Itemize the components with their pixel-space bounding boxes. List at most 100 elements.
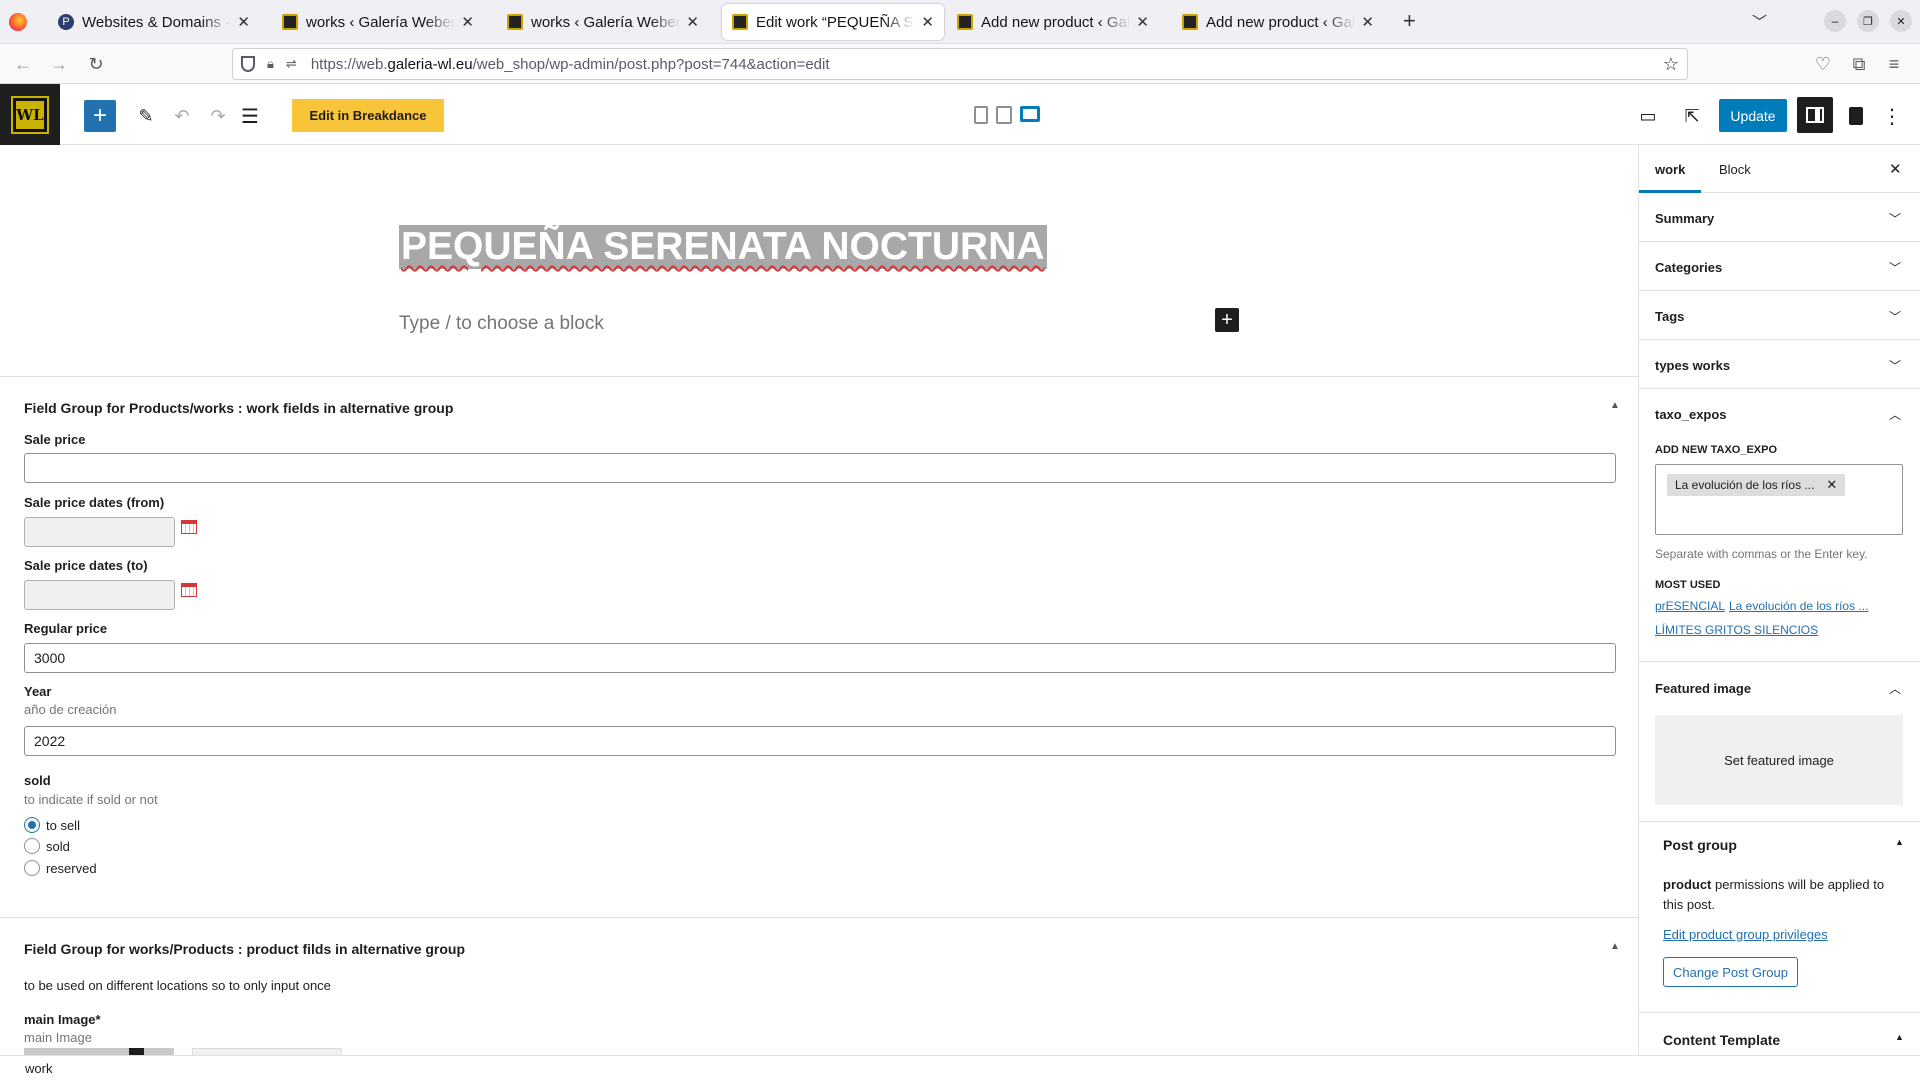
view-preview-icon[interactable]: ▭ xyxy=(1632,100,1664,132)
plugin-block-icon[interactable] xyxy=(1840,100,1872,132)
back-arrow-icon[interactable]: ← xyxy=(9,50,37,78)
chevron-down-icon[interactable]: ﹀ xyxy=(1889,308,1901,325)
panel-title[interactable]: Content Template xyxy=(1663,1032,1780,1048)
taxo-token-input[interactable]: La evolución de los ríos ... ✕ xyxy=(1655,464,1903,535)
block-breadcrumb[interactable]: work xyxy=(25,1061,52,1076)
collapse-triangle-icon[interactable]: ▲ xyxy=(1610,941,1620,952)
panel-title[interactable]: Post group xyxy=(1663,837,1737,853)
regular-price-input[interactable]: 3000 xyxy=(24,643,1616,673)
browser-tab-2[interactable]: works ‹ Galería Weber-Lutz ✕ xyxy=(272,4,484,40)
year-description: año de creación xyxy=(24,702,117,717)
chevron-down-icon[interactable]: ﹀ xyxy=(1889,210,1901,227)
sale-date-from-input[interactable] xyxy=(24,517,175,547)
calendar-icon[interactable] xyxy=(181,520,197,534)
tab-block[interactable]: Block xyxy=(1719,145,1751,193)
close-tab-icon[interactable]: ✕ xyxy=(237,13,250,31)
tab-list-chevron-icon[interactable]: ﹀ xyxy=(1752,11,1767,32)
pocket-icon[interactable]: ♡ xyxy=(1809,50,1837,78)
radio-reserved[interactable]: reserved xyxy=(24,860,97,876)
panel-tags[interactable]: Tags ﹀ xyxy=(1639,291,1920,340)
post-title[interactable]: PEQUEÑA SERENATA NOCTURNA xyxy=(399,225,1047,269)
new-tab-plus-icon[interactable]: + xyxy=(1403,8,1416,34)
browser-tab-bar: P Websites & Domains - Plesk ✕ works ‹ G… xyxy=(0,0,1920,44)
browser-tab-5[interactable]: Add new product ‹ Galería ✕ xyxy=(947,4,1159,40)
tablet-preview-icon[interactable] xyxy=(996,106,1012,124)
radio-circle[interactable] xyxy=(24,838,40,854)
most-used-term-presencial[interactable]: prESENCIAL xyxy=(1655,599,1725,613)
sold-label: sold xyxy=(24,773,51,788)
tracking-shield-icon[interactable] xyxy=(241,56,255,72)
sale-date-to-input[interactable] xyxy=(24,580,175,610)
close-tab-icon[interactable]: ✕ xyxy=(1136,13,1149,31)
panel-types-works[interactable]: types works ﹀ xyxy=(1639,340,1920,389)
chevron-down-icon[interactable]: ﹀ xyxy=(1889,357,1901,374)
reload-icon[interactable]: ↻ xyxy=(82,50,110,78)
main-image-thumbnail[interactable] xyxy=(24,1048,174,1055)
collapse-triangle-icon[interactable]: ▲ xyxy=(1895,1032,1904,1042)
image-upload-area[interactable] xyxy=(192,1048,342,1055)
tab-title: works ‹ Galería Weber-Lutz xyxy=(306,13,456,31)
sale-price-input[interactable] xyxy=(24,453,1616,483)
radio-circle[interactable] xyxy=(24,817,40,833)
site-logo[interactable]: WL xyxy=(0,84,60,145)
main-image-label: main Image* xyxy=(24,1012,101,1027)
add-block-button[interactable]: + xyxy=(84,100,116,132)
tools-pencil-icon[interactable]: ✎ xyxy=(130,100,162,132)
browser-logo-icon[interactable] xyxy=(9,13,27,31)
close-tab-icon[interactable]: ✕ xyxy=(686,13,699,31)
edit-in-breakdance-button[interactable]: Edit in Breakdance xyxy=(292,99,444,132)
panel-title[interactable]: Featured image xyxy=(1655,681,1751,696)
panel-summary[interactable]: Summary ﹀ xyxy=(1639,193,1920,242)
radio-sold[interactable]: sold xyxy=(24,838,70,854)
set-featured-image-button[interactable]: Set featured image xyxy=(1655,715,1903,805)
restore-window-icon[interactable]: ❐ xyxy=(1857,10,1879,32)
bookmark-star-icon[interactable]: ☆ xyxy=(1663,54,1679,75)
calendar-icon[interactable] xyxy=(181,583,197,597)
url-bar[interactable]: 🔒︎ ⇌ https://web.galeria-wl.eu/web_shop/… xyxy=(232,48,1688,80)
radio-circle[interactable] xyxy=(24,860,40,876)
panel-categories[interactable]: Categories ﹀ xyxy=(1639,242,1920,291)
lock-icon[interactable]: 🔒︎ xyxy=(267,56,274,72)
browser-tab-1[interactable]: P Websites & Domains - Plesk ✕ xyxy=(48,4,260,40)
chevron-up-icon[interactable]: ︿ xyxy=(1889,406,1901,423)
change-post-group-button[interactable]: Change Post Group xyxy=(1663,957,1798,987)
panel-title[interactable]: taxo_expos xyxy=(1655,407,1727,422)
inline-add-block-button[interactable]: + xyxy=(1215,308,1239,332)
collapse-triangle-icon[interactable]: ▲ xyxy=(1610,400,1620,411)
remove-token-icon[interactable]: ✕ xyxy=(1826,477,1837,493)
view-post-external-icon[interactable]: ⇱ xyxy=(1676,100,1708,132)
tab-work[interactable]: work xyxy=(1639,145,1702,193)
edit-group-privileges-link[interactable]: Edit product group privileges xyxy=(1663,927,1828,942)
year-input[interactable]: 2022 xyxy=(24,726,1616,756)
close-window-icon[interactable]: ✕ xyxy=(1890,10,1912,32)
minimize-window-icon[interactable]: – xyxy=(1824,10,1846,32)
close-sidebar-icon[interactable]: ✕ xyxy=(1889,145,1902,193)
close-tab-icon[interactable]: ✕ xyxy=(1361,13,1374,31)
menu-hamburger-icon[interactable]: ≡ xyxy=(1880,50,1908,78)
browser-tab-6[interactable]: Add new product ‹ Galería ✕ xyxy=(1172,4,1384,40)
radio-to-sell[interactable]: to sell xyxy=(24,817,80,833)
mobile-preview-icon[interactable] xyxy=(974,106,988,124)
permissions-icon[interactable]: ⇌ xyxy=(286,56,297,72)
close-tab-icon[interactable]: ✕ xyxy=(921,13,934,31)
update-button[interactable]: Update xyxy=(1719,99,1787,132)
document-overview-icon[interactable]: ☰ xyxy=(234,100,266,132)
extensions-icon[interactable]: ⧉ xyxy=(1845,50,1873,78)
site-logo-icon: WL xyxy=(11,95,49,134)
undo-icon[interactable]: ↶ xyxy=(166,100,198,132)
redo-icon[interactable]: ↷ xyxy=(202,100,234,132)
browser-tab-3[interactable]: works ‹ Galería Weber-Lutz ✕ xyxy=(497,4,709,40)
close-tab-icon[interactable]: ✕ xyxy=(461,13,474,31)
settings-sidebar-toggle-icon[interactable] xyxy=(1797,97,1833,133)
block-placeholder[interactable]: Type / to choose a block xyxy=(399,313,604,335)
collapse-triangle-icon[interactable]: ▲ xyxy=(1895,837,1904,847)
most-used-term-evolucion[interactable]: La evolución de los ríos ... xyxy=(1729,599,1868,613)
site-favicon-icon xyxy=(282,14,298,30)
chevron-down-icon[interactable]: ﹀ xyxy=(1889,259,1901,276)
more-options-kebab-icon[interactable]: ⋮ xyxy=(1876,100,1908,132)
forward-arrow-icon[interactable]: → xyxy=(45,50,73,78)
most-used-term-limites[interactable]: LÍMITES GRITOS SILENCIOS xyxy=(1655,623,1818,637)
chevron-up-icon[interactable]: ︿ xyxy=(1889,680,1901,697)
browser-tab-4-active[interactable]: Edit work “PEQUEÑA SERENATA ✕ xyxy=(722,4,944,40)
desktop-preview-icon[interactable] xyxy=(1020,106,1040,122)
